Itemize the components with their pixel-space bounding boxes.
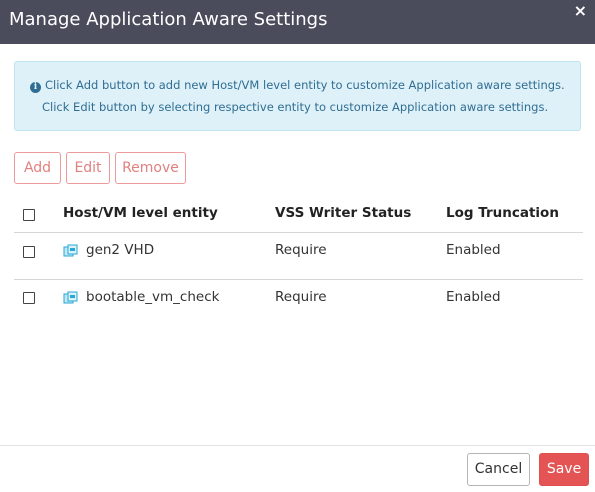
footer-divider: [0, 445, 595, 446]
row-checkbox[interactable]: [23, 246, 35, 258]
vss-status: Require: [275, 242, 327, 258]
close-icon[interactable]: ×: [574, 2, 587, 20]
table-header: Host/VM level entity VSS Writer Status L…: [14, 194, 583, 233]
log-truncation: Enabled: [446, 242, 501, 258]
info-line-2: Click Edit button by selecting respectiv…: [42, 100, 549, 114]
info-circle-icon: i: [30, 82, 41, 93]
vm-icon: [63, 244, 78, 257]
table-row[interactable]: bootable_vm_check Require Enabled: [14, 280, 583, 327]
log-truncation: Enabled: [446, 289, 501, 305]
vss-status: Require: [275, 289, 327, 305]
vm-icon: [63, 291, 78, 304]
info-banner: i Click Add button to add new Host/VM lev…: [14, 61, 581, 131]
add-button[interactable]: Add: [14, 152, 61, 184]
dialog-title: Manage Application Aware Settings: [9, 9, 328, 30]
column-header-entity[interactable]: Host/VM level entity: [63, 205, 218, 221]
column-header-log[interactable]: Log Truncation: [446, 205, 559, 221]
save-button[interactable]: Save: [539, 453, 589, 486]
table-row[interactable]: gen2 VHD Require Enabled: [14, 232, 583, 279]
entity-name: bootable_vm_check: [86, 289, 220, 305]
cancel-button[interactable]: Cancel: [467, 453, 530, 486]
row-checkbox[interactable]: [23, 292, 35, 304]
entity-name: gen2 VHD: [86, 242, 155, 258]
info-line-1: Click Add button to add new Host/VM leve…: [45, 78, 565, 92]
column-header-vss[interactable]: VSS Writer Status: [275, 205, 411, 221]
edit-button[interactable]: Edit: [66, 152, 110, 184]
dialog-titlebar: Manage Application Aware Settings ×: [0, 0, 595, 44]
remove-button[interactable]: Remove: [115, 152, 186, 184]
select-all-checkbox[interactable]: [23, 209, 35, 221]
